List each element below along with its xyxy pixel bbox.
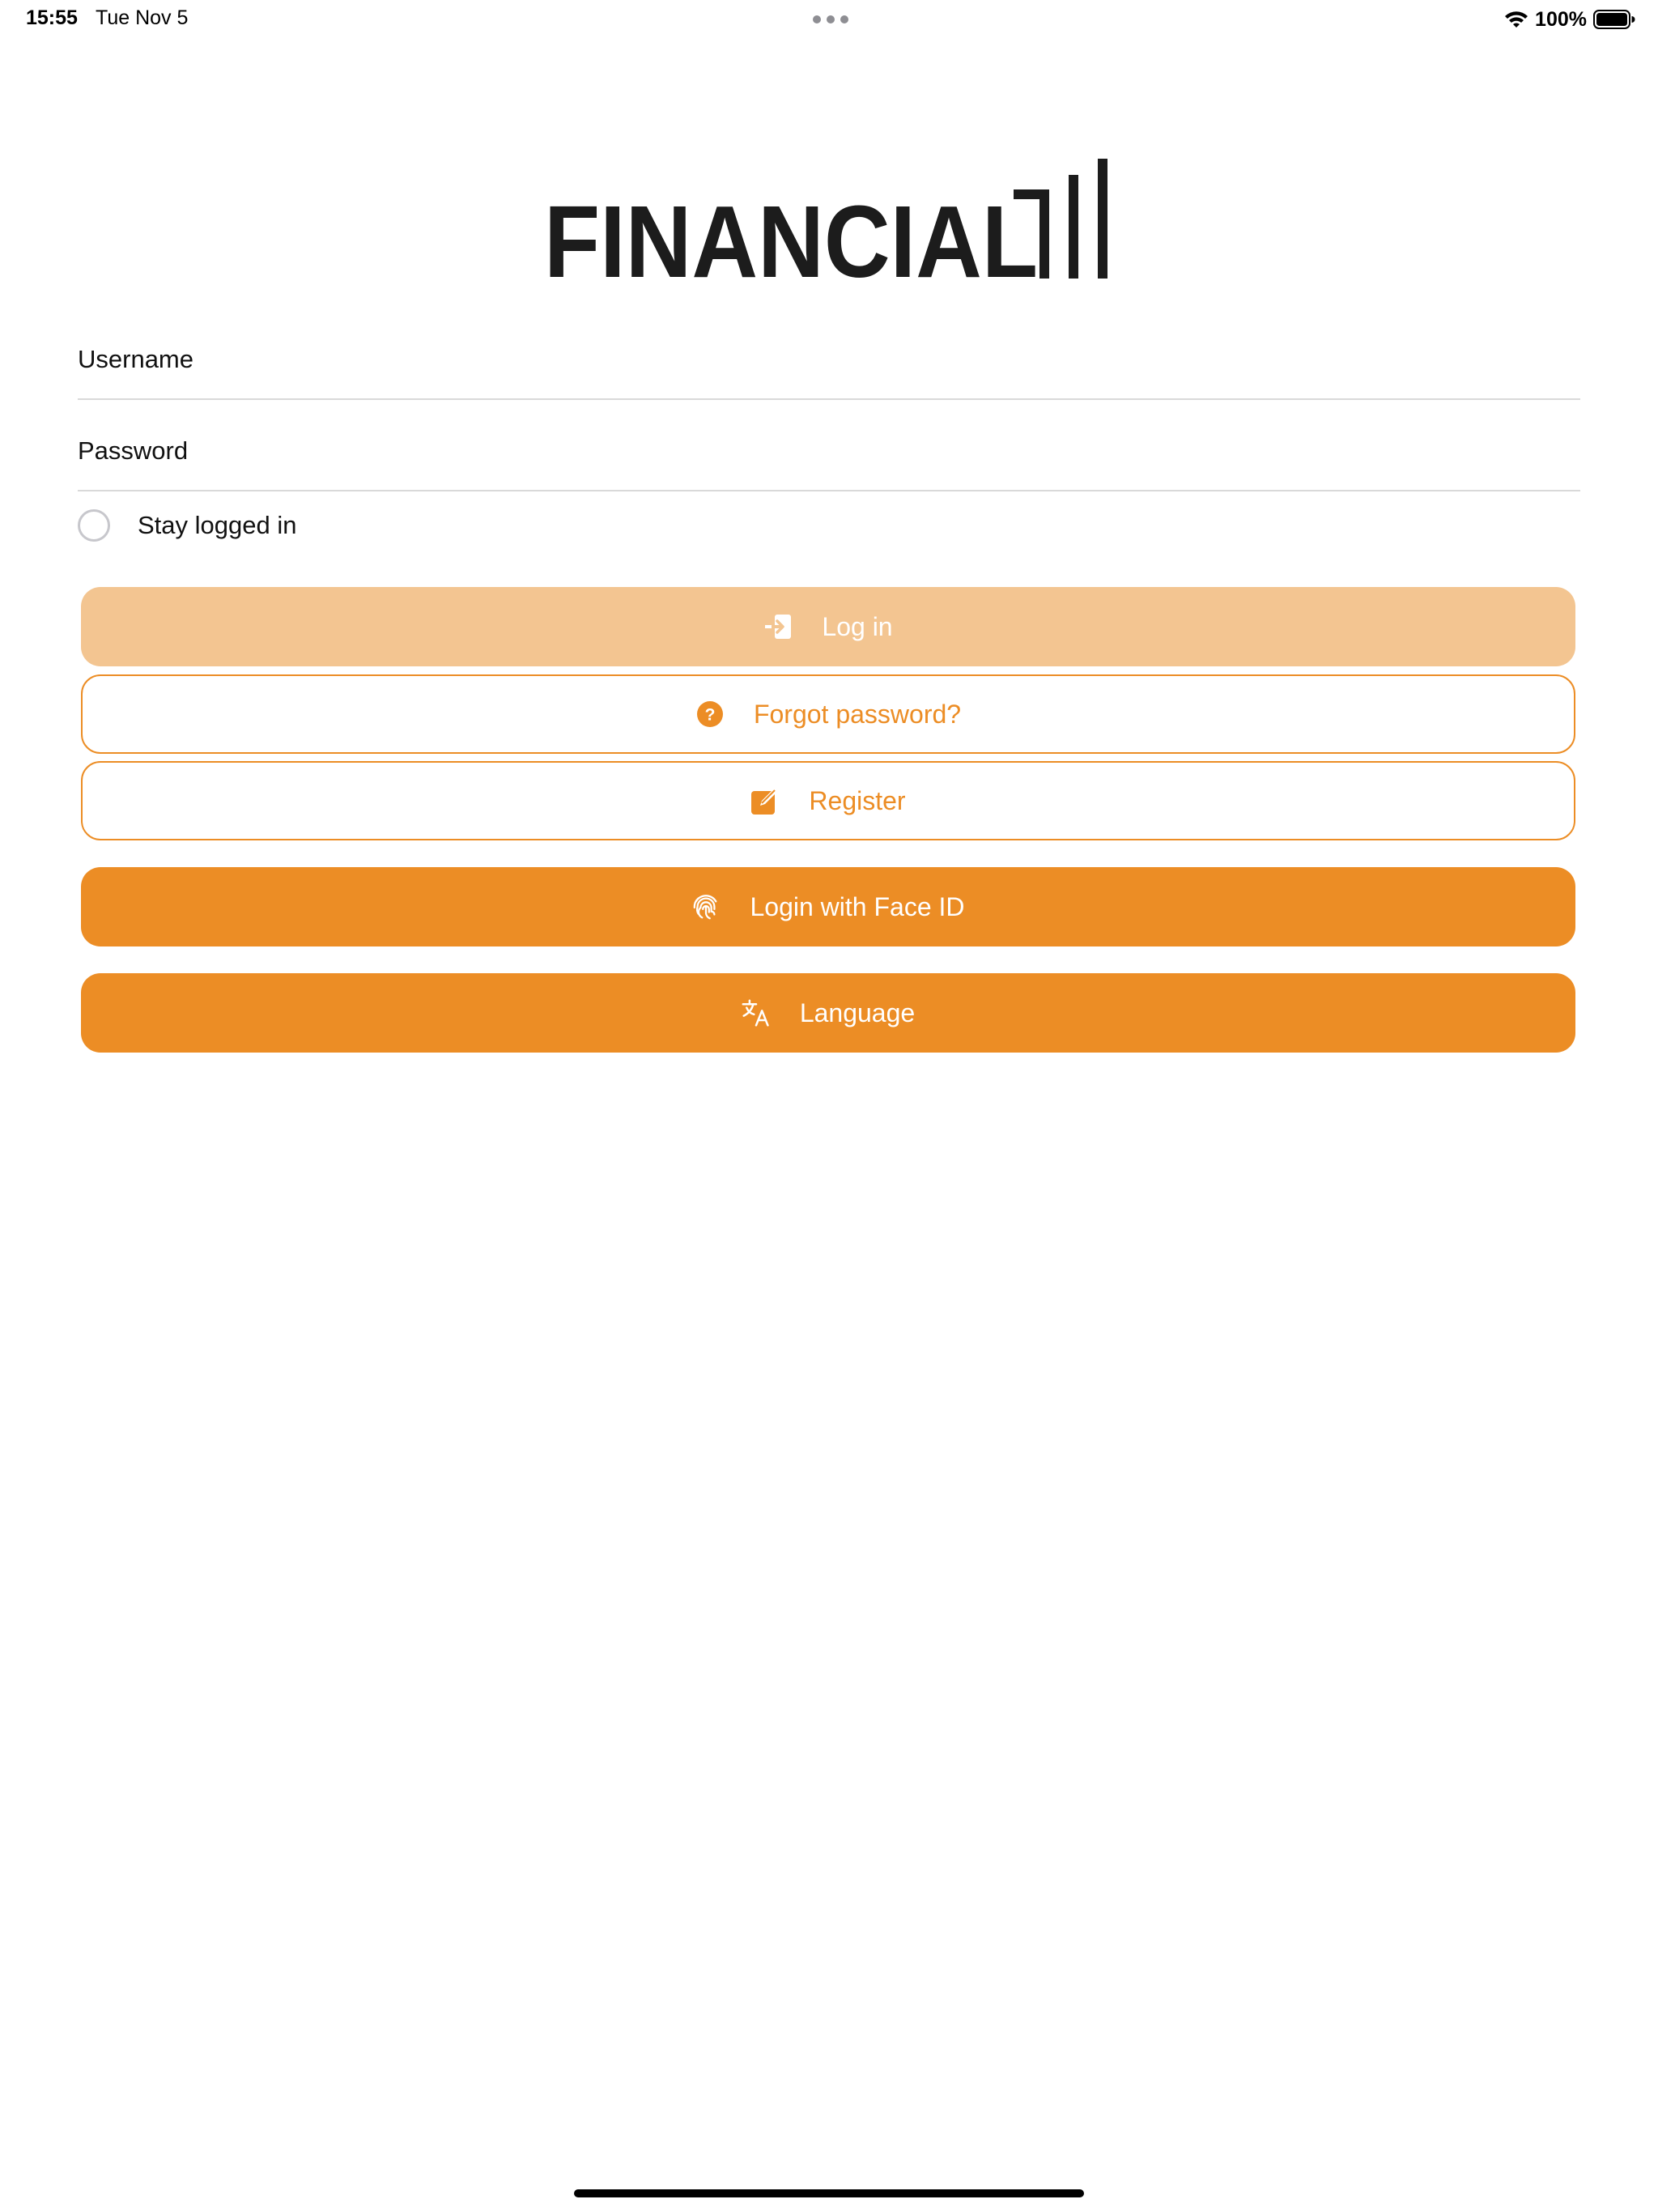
battery-full-icon: [1593, 10, 1635, 29]
password-input[interactable]: [78, 412, 1580, 490]
face-id-login-button[interactable]: Login with Face ID: [81, 867, 1575, 946]
stay-logged-in-checkbox[interactable]: [78, 509, 110, 542]
language-button[interactable]: Language: [81, 973, 1575, 1053]
register-label: Register: [809, 785, 906, 815]
login-button[interactable]: Log in: [81, 587, 1575, 666]
username-field[interactable]: [78, 321, 1580, 400]
multitasking-menu-icon[interactable]: [813, 15, 848, 23]
username-input[interactable]: [78, 321, 1580, 398]
status-indicators: 100%: [1504, 5, 1635, 34]
language-label: Language: [799, 998, 916, 1027]
translate-icon: [742, 998, 771, 1027]
status-date: Tue Nov 5: [96, 6, 189, 29]
wifi-icon: [1505, 11, 1528, 28]
stay-logged-in-label: Stay logged in: [138, 511, 297, 539]
password-field[interactable]: [78, 412, 1580, 491]
login-arrow-icon: [763, 612, 793, 641]
status-bar: 15:55 Tue Nov 5 100%: [0, 0, 1658, 39]
login-button-label: Log in: [822, 611, 893, 641]
fingerprint-icon: [691, 892, 721, 921]
home-indicator[interactable]: [574, 2189, 1084, 2197]
question-circle-icon: ?: [695, 700, 725, 729]
forgot-password-button[interactable]: ? Forgot password?: [81, 674, 1575, 754]
face-id-login-label: Login with Face ID: [750, 891, 965, 921]
financial-logo: FINANCIAL: [544, 159, 1107, 280]
stay-logged-in-toggle[interactable]: Stay logged in: [78, 507, 296, 544]
edit-square-icon: [750, 786, 780, 815]
forgot-password-label: Forgot password?: [753, 699, 962, 729]
register-button[interactable]: Register: [81, 761, 1575, 840]
status-time: 15:55: [26, 6, 78, 29]
svg-text:?: ?: [705, 706, 716, 725]
logo-text: FINANCIAL: [544, 185, 1038, 280]
battery-percent: 100%: [1535, 7, 1587, 31]
